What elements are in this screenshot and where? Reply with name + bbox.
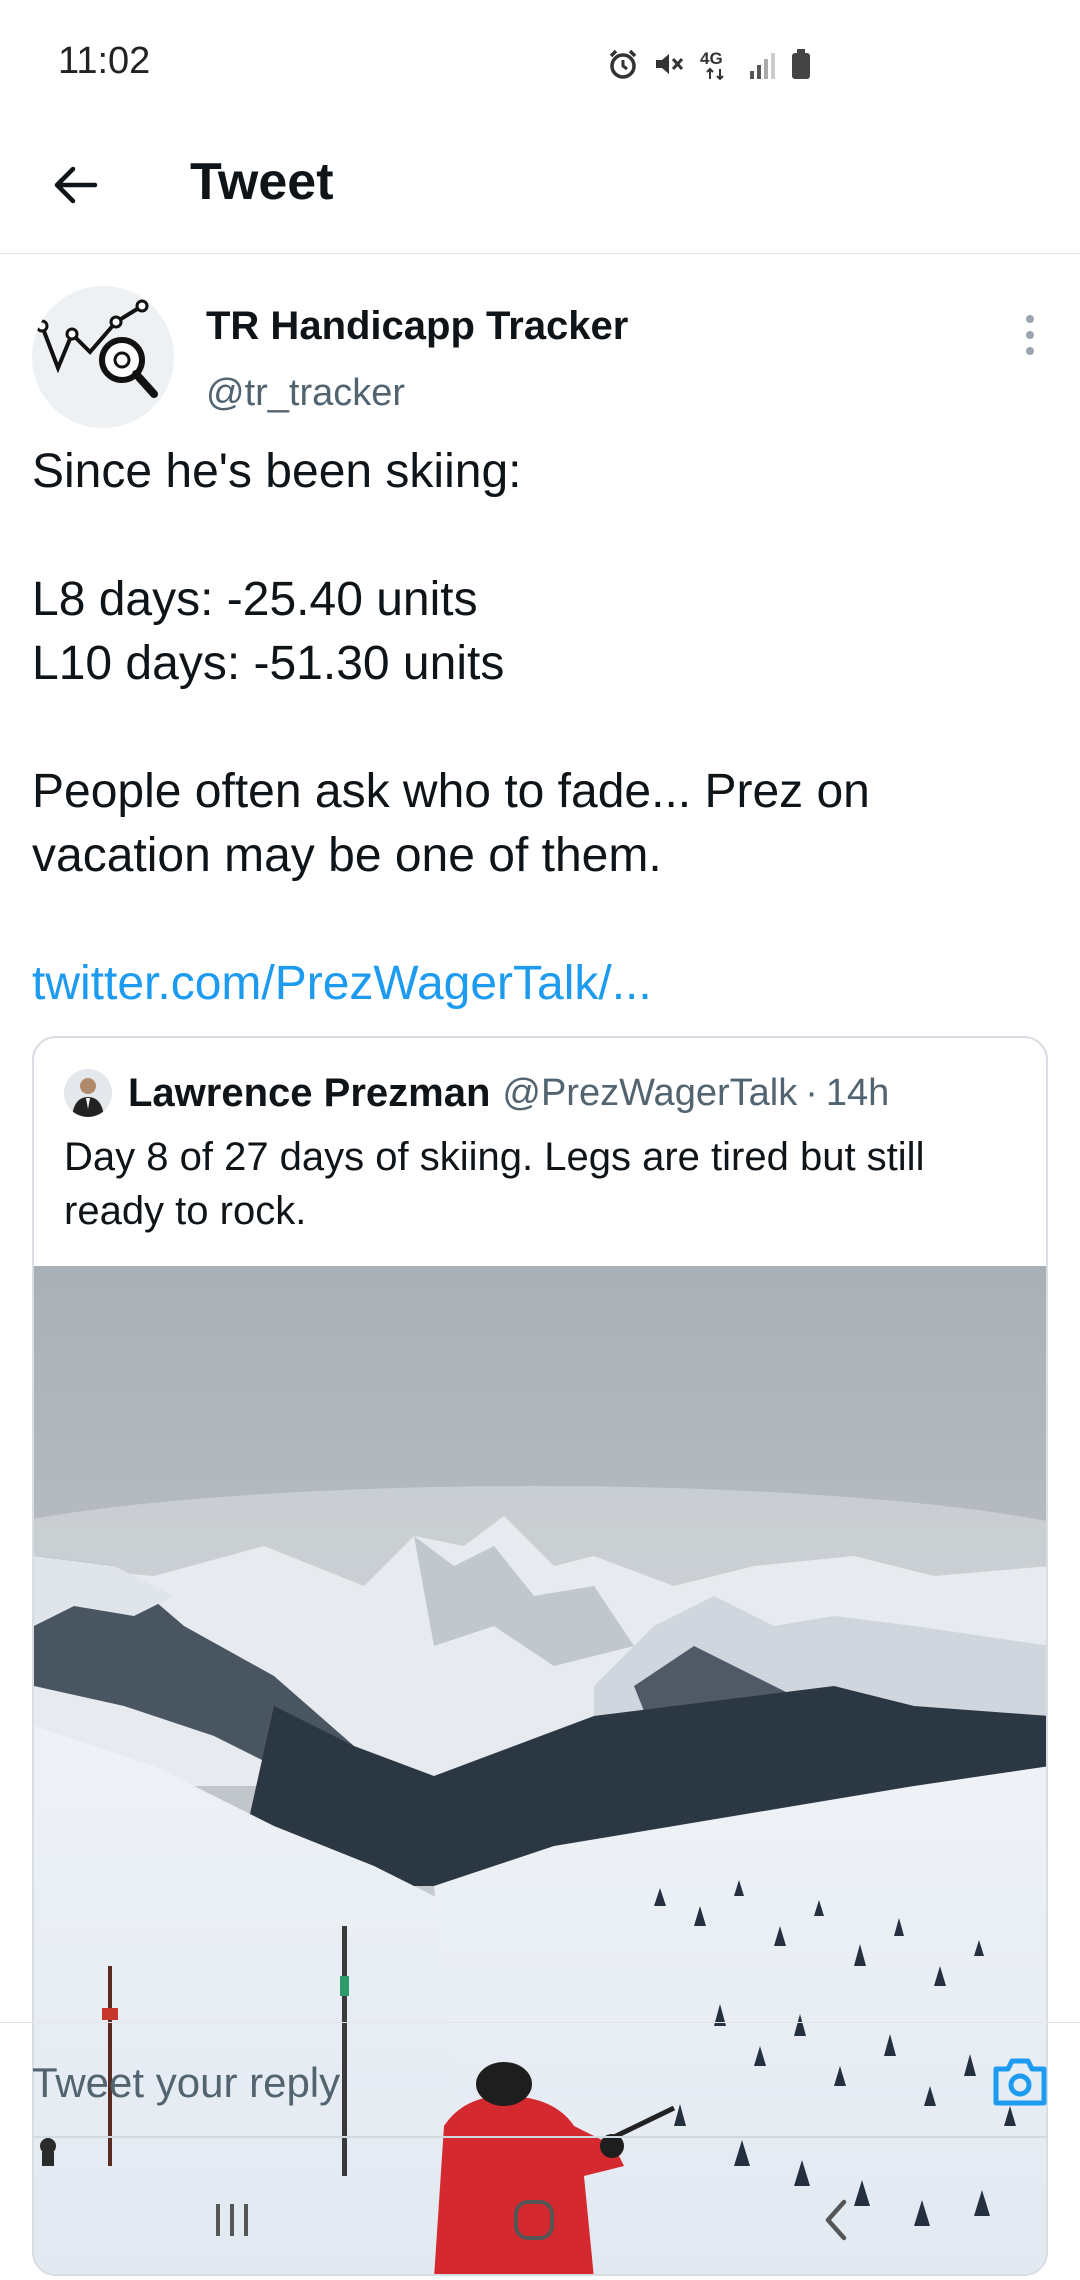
signal-icon xyxy=(748,47,778,81)
alarm-icon xyxy=(606,47,640,81)
header: Tweet xyxy=(0,120,1080,254)
network-4g-label: 4G xyxy=(700,49,723,68)
tweet-text-line xyxy=(32,504,1042,568)
author-handle[interactable]: @tr_tracker xyxy=(206,372,405,415)
author-name[interactable]: TR Handicapp Tracker xyxy=(206,304,628,349)
tweet-text-line: Since he's been skiing: xyxy=(32,445,522,498)
mute-icon xyxy=(652,47,686,81)
recents-icon xyxy=(216,2204,248,2236)
quote-author-handle[interactable]: @PrezWagerTalk xyxy=(502,1072,797,1115)
tweet-text-line: People often ask who to fade... Prez on xyxy=(32,765,870,818)
reply-input[interactable] xyxy=(32,2053,932,2113)
quote-timestamp: 14h xyxy=(825,1071,890,1114)
reply-bar xyxy=(0,2022,1080,2138)
tweet-text: Since he's been skiing: L8 days: -25.40 … xyxy=(32,440,1042,888)
camera-button[interactable] xyxy=(990,2053,1050,2109)
quote-avatar[interactable] xyxy=(64,1069,112,1117)
battery-icon xyxy=(790,47,812,81)
status-time: 11:02 xyxy=(58,40,151,82)
tweet-text-line xyxy=(32,696,1042,760)
tweet-text-line: vacation may be one of them. xyxy=(32,829,662,882)
camera-icon xyxy=(993,2058,1047,2106)
tweet-text-line: L8 days: -25.40 units xyxy=(32,573,478,626)
quote-text: Day 8 of 27 days of skiing. Legs are tir… xyxy=(64,1135,925,1233)
network-4g-icon: 4G xyxy=(698,47,736,81)
home-icon xyxy=(514,2200,554,2240)
recents-button[interactable] xyxy=(182,2180,282,2260)
more-options-button[interactable] xyxy=(1010,310,1050,360)
reply-divider xyxy=(32,2136,1048,2138)
back-button[interactable] xyxy=(40,150,110,220)
arrow-left-icon xyxy=(54,166,98,204)
more-dots-icon xyxy=(1026,315,1034,323)
quote-separator: · xyxy=(805,1071,818,1114)
quote-header: Lawrence Prezman @PrezWagerTalk · 14h xyxy=(64,1068,889,1118)
status-bar: 11:02 4G xyxy=(0,0,1080,120)
tweet-link[interactable]: twitter.com/PrezWagerTalk/... xyxy=(32,956,652,1011)
tracker-logo-icon xyxy=(32,286,174,428)
nav-back-button[interactable] xyxy=(786,2180,886,2260)
system-nav-bar xyxy=(0,2160,1080,2280)
back-icon xyxy=(825,2199,847,2241)
status-icons: 4G xyxy=(606,44,812,84)
avatar[interactable] xyxy=(32,286,174,428)
tweet-text-line: L10 days: -51.30 units xyxy=(32,637,505,690)
home-button[interactable] xyxy=(484,2180,584,2260)
quote-author-name[interactable]: Lawrence Prezman xyxy=(128,1071,490,1116)
page-title: Tweet xyxy=(190,153,334,211)
